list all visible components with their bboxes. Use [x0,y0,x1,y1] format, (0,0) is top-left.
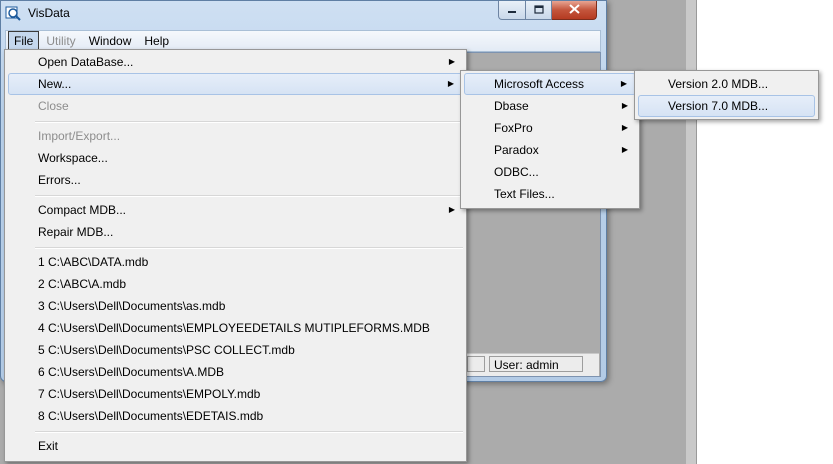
window-title: VisData [28,6,70,20]
menu-separator [35,121,463,123]
menu-item-close[interactable]: Close [8,95,463,117]
status-pane-blank [467,356,485,372]
minimize-button[interactable] [498,1,526,20]
close-button[interactable] [552,1,597,20]
file-menu: Open DataBase... ▶ New... ▶ Close Import… [4,49,467,462]
menu-item-import-export[interactable]: Import/Export... [8,125,463,147]
menu-separator [35,431,463,433]
menu-utility[interactable]: Utility [40,32,81,50]
submenu-arrow-icon: ▶ [448,57,455,66]
maximize-icon [533,3,544,17]
menu-window[interactable]: Window [83,32,138,50]
new-submenu: Microsoft Access ▶ Dbase ▶ FoxPro ▶ Para… [460,70,640,209]
recent-file-3[interactable]: 3 C:\Users\Dell\Documents\as.mdb [8,295,463,317]
menu-help[interactable]: Help [138,32,175,50]
recent-file-7[interactable]: 7 C:\Users\Dell\Documents\EMPOLY.mdb [8,383,463,405]
recent-file-1[interactable]: 1 C:\ABC\DATA.mdb [8,251,463,273]
menu-item-odbc[interactable]: ODBC... [464,161,636,183]
caption-buttons [498,1,597,20]
submenu-arrow-icon: ▶ [448,205,455,214]
menu-file[interactable]: File [8,31,40,51]
maximize-button[interactable] [526,1,552,20]
menu-item-open-database[interactable]: Open DataBase... ▶ [8,51,463,73]
menu-item-compact-mdb[interactable]: Compact MDB... ▶ [8,199,463,221]
menu-item-microsoft-access[interactable]: Microsoft Access ▶ [464,73,636,95]
menu-item-errors[interactable]: Errors... [8,169,463,191]
recent-file-6[interactable]: 6 C:\Users\Dell\Documents\A.MDB [8,361,463,383]
recent-file-2[interactable]: 2 C:\ABC\A.mdb [8,273,463,295]
menu-item-new[interactable]: New... ▶ [8,73,463,95]
submenu-arrow-icon: ▶ [621,101,628,110]
close-icon [568,3,580,17]
visdata-app-icon [5,5,21,21]
menu-item-dbase[interactable]: Dbase ▶ [464,95,636,117]
menu-item-repair-mdb[interactable]: Repair MDB... [8,221,463,243]
submenu-arrow-icon: ▶ [621,145,628,154]
submenu-arrow-icon: ▶ [620,79,627,88]
access-version-submenu: Version 2.0 MDB... Version 7.0 MDB... [634,70,819,120]
recent-file-8[interactable]: 8 C:\Users\Dell\Documents\EDETAIS.mdb [8,405,463,427]
minimize-icon [507,3,517,17]
recent-file-5[interactable]: 5 C:\Users\Dell\Documents\PSC COLLECT.md… [8,339,463,361]
menu-item-exit[interactable]: Exit [8,435,463,457]
recent-file-4[interactable]: 4 C:\Users\Dell\Documents\EMPLOYEEDETAIL… [8,317,463,339]
menu-item-text-files[interactable]: Text Files... [464,183,636,205]
menu-item-version-2-mdb[interactable]: Version 2.0 MDB... [638,73,815,95]
menu-separator [35,247,463,249]
menu-item-version-7-mdb[interactable]: Version 7.0 MDB... [638,95,815,117]
menu-item-paradox[interactable]: Paradox ▶ [464,139,636,161]
submenu-arrow-icon: ▶ [621,123,628,132]
status-user: User: admin [489,356,583,372]
submenu-arrow-icon: ▶ [447,79,454,88]
menu-item-foxpro[interactable]: FoxPro ▶ [464,117,636,139]
menu-separator [35,195,463,197]
menu-item-workspace[interactable]: Workspace... [8,147,463,169]
